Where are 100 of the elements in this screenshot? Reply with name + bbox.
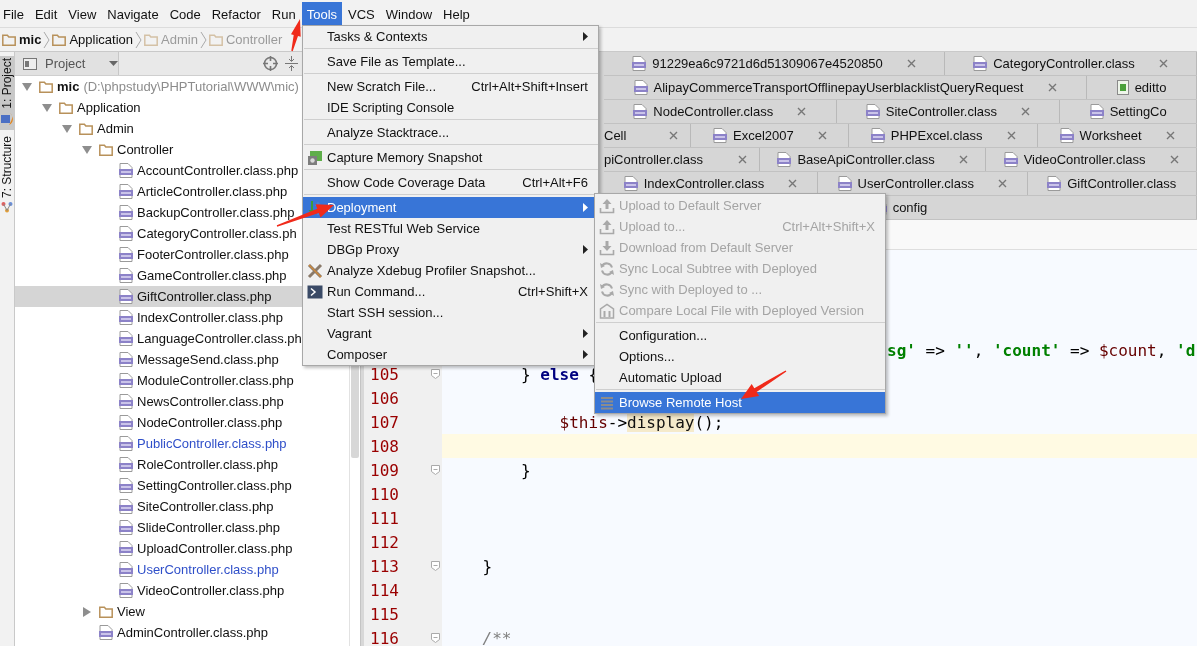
menu-bar-item[interactable]: Edit bbox=[29, 1, 63, 26]
tree-row[interactable]: SettingController.class.php bbox=[15, 475, 302, 496]
tree-row[interactable]: ArticleController.class.php bbox=[15, 181, 302, 202]
file-name: NodeController.class.php bbox=[137, 415, 283, 430]
editor-tab[interactable]: piController.class bbox=[604, 148, 760, 171]
line-number: 110 bbox=[370, 484, 399, 504]
file-name: ArticleController.class.php bbox=[137, 184, 288, 199]
line-number: 112 bbox=[370, 532, 399, 552]
tree-row[interactable]: GiftController.class.php bbox=[15, 286, 302, 307]
tool-window-tab[interactable]: 1: Project bbox=[0, 56, 14, 130]
tree-row[interactable]: RoleController.class.php bbox=[15, 454, 302, 475]
file-name: CategoryController.class.ph bbox=[137, 226, 297, 241]
tree-row[interactable]: AccountController.class.php bbox=[15, 160, 302, 181]
menu-item[interactable]: DBGp Proxy bbox=[303, 239, 598, 260]
tree-row[interactable]: IndexController.class.php bbox=[15, 307, 302, 328]
view-dropdown[interactable]: Project bbox=[15, 52, 119, 75]
menu-item[interactable]: Test RESTful Web Service bbox=[303, 218, 598, 239]
tree-row[interactable]: CategoryController.class.ph bbox=[15, 223, 302, 244]
folder-name: View bbox=[117, 604, 145, 619]
editor-tab[interactable]: Cell bbox=[604, 124, 692, 147]
tree-row[interactable]: FooterController.class.php bbox=[15, 244, 302, 265]
breadcrumb-item[interactable]: Application bbox=[52, 32, 133, 47]
tree-row[interactable]: UserController.class.php bbox=[15, 559, 302, 580]
tree-row[interactable]: Admin bbox=[15, 118, 302, 139]
menu-bar-item[interactable]: Navigate bbox=[102, 1, 164, 26]
shortcut-text: Ctrl+Alt+Shift+X bbox=[782, 219, 875, 234]
menu-bar-item[interactable]: Refactor bbox=[206, 1, 266, 26]
tree-row[interactable]: GameController.class.php bbox=[15, 265, 302, 286]
menu-bar-item[interactable]: Help bbox=[438, 1, 475, 26]
folder-name: Admin bbox=[97, 121, 134, 136]
tree-row[interactable]: View bbox=[15, 601, 302, 622]
line-number: 105 bbox=[370, 364, 399, 384]
menu-bar-item[interactable]: VCS bbox=[343, 1, 380, 26]
shortcut-text: Ctrl+Alt+F6 bbox=[522, 175, 588, 190]
menu-bar-item[interactable]: View bbox=[63, 1, 102, 26]
tree-row[interactable]: BackupController.class.php bbox=[15, 202, 302, 223]
tree-row[interactable]: Application bbox=[15, 97, 302, 118]
file-name: IndexController.class.php bbox=[137, 310, 283, 325]
menu-bar-item[interactable]: Tools bbox=[301, 1, 343, 26]
line-number: 113 bbox=[370, 556, 399, 576]
menu-item[interactable]: Analyze Xdebug Profiler Snapshot... bbox=[303, 260, 598, 281]
file-name: VideoController.class.php bbox=[137, 583, 285, 598]
menu-item[interactable]: Start SSH session... bbox=[303, 302, 598, 323]
menu-item[interactable]: IDE Scripting Console bbox=[303, 97, 598, 118]
line-number: 108 bbox=[370, 436, 399, 456]
menu-bar-item[interactable]: Run bbox=[266, 1, 301, 26]
file-name: NewsController.class.php bbox=[137, 394, 284, 409]
menu-item[interactable]: Tasks & Contexts bbox=[303, 26, 598, 47]
menu-item[interactable]: New Scratch File... Ctrl+Alt+Shift+Insert bbox=[303, 76, 598, 97]
tree-row[interactable]: ModuleController.class.php bbox=[15, 370, 302, 391]
folder-name: Application bbox=[77, 100, 141, 115]
file-name: ModuleController.class.php bbox=[137, 373, 294, 388]
menu-item[interactable]: Automatic Upload bbox=[595, 367, 885, 388]
line-number: 114 bbox=[370, 580, 399, 600]
menu-item[interactable]: Capture Memory Snapshot bbox=[303, 147, 598, 168]
breadcrumb-item[interactable]: mic bbox=[2, 32, 42, 47]
line-number: 116 bbox=[370, 628, 399, 646]
file-name: GiftController.class.php bbox=[137, 289, 272, 304]
line-number: 109 bbox=[370, 460, 399, 480]
menu-item[interactable]: Save File as Template... bbox=[303, 51, 598, 72]
file-name: SlideController.class.php bbox=[137, 520, 281, 535]
menu-item[interactable]: Configuration... bbox=[595, 325, 885, 346]
code-line: sg' => '', 'count' => $count, 'd bbox=[887, 340, 1196, 360]
tree-row[interactable]: AdminController.class.php bbox=[15, 622, 302, 643]
file-name: RoleController.class.php bbox=[137, 457, 278, 472]
menu-item[interactable]: Run Command... Ctrl+Shift+X bbox=[303, 281, 598, 302]
tree-row[interactable]: NewsController.class.php bbox=[15, 391, 302, 412]
tool-window-tab[interactable]: 7: Structure bbox=[0, 133, 14, 217]
menu-bar-item[interactable]: Code bbox=[164, 1, 206, 26]
tree-row[interactable]: Controller bbox=[15, 139, 302, 160]
file-name: LanguageController.class.ph bbox=[137, 331, 302, 346]
tree-row[interactable]: SiteController.class.php bbox=[15, 496, 302, 517]
tree-row[interactable]: LanguageController.class.ph bbox=[15, 328, 302, 349]
menu-bar-item[interactable]: File bbox=[0, 1, 29, 26]
tree-row[interactable]: VideoController.class.php bbox=[15, 580, 302, 601]
folder-name: Controller bbox=[117, 142, 174, 157]
line-number: 106 bbox=[370, 388, 399, 408]
tree-row[interactable]: mic (D:\phpstudy\PHPTutorial\WWW\mic) bbox=[15, 76, 302, 97]
menu-item[interactable]: Options... bbox=[595, 346, 885, 367]
tree-row[interactable]: UploadController.class.php bbox=[15, 538, 302, 559]
tree-row[interactable]: NodeController.class.php bbox=[15, 412, 302, 433]
line-number: 111 bbox=[370, 508, 399, 528]
file-name: BackupController.class.php bbox=[137, 205, 295, 220]
folder-name: mic bbox=[57, 79, 80, 94]
file-name: PublicController.class.php bbox=[137, 436, 287, 451]
line-number: 107 bbox=[370, 412, 399, 432]
file-name: MessageSend.class.php bbox=[137, 352, 279, 367]
tree-row[interactable]: SlideController.class.php bbox=[15, 517, 302, 538]
menu-item[interactable]: Show Code Coverage Data Ctrl+Alt+F6 bbox=[303, 172, 598, 193]
menu-item[interactable]: Analyze Stacktrace... bbox=[303, 122, 598, 143]
file-name: SettingController.class.php bbox=[137, 478, 292, 493]
menu-bar-item[interactable]: Window bbox=[380, 1, 438, 26]
menu-item[interactable]: Composer bbox=[303, 344, 598, 365]
shortcut-text: Ctrl+Shift+X bbox=[517, 284, 588, 299]
shortcut-text: Ctrl+Alt+Shift+Insert bbox=[471, 79, 588, 94]
menu-item[interactable]: Browse Remote Host bbox=[595, 392, 885, 413]
menu-item[interactable]: Vagrant bbox=[303, 323, 598, 344]
line-number: 115 bbox=[370, 604, 399, 624]
tree-row[interactable]: MessageSend.class.php bbox=[15, 349, 302, 370]
tree-row[interactable]: PublicController.class.php bbox=[15, 433, 302, 454]
